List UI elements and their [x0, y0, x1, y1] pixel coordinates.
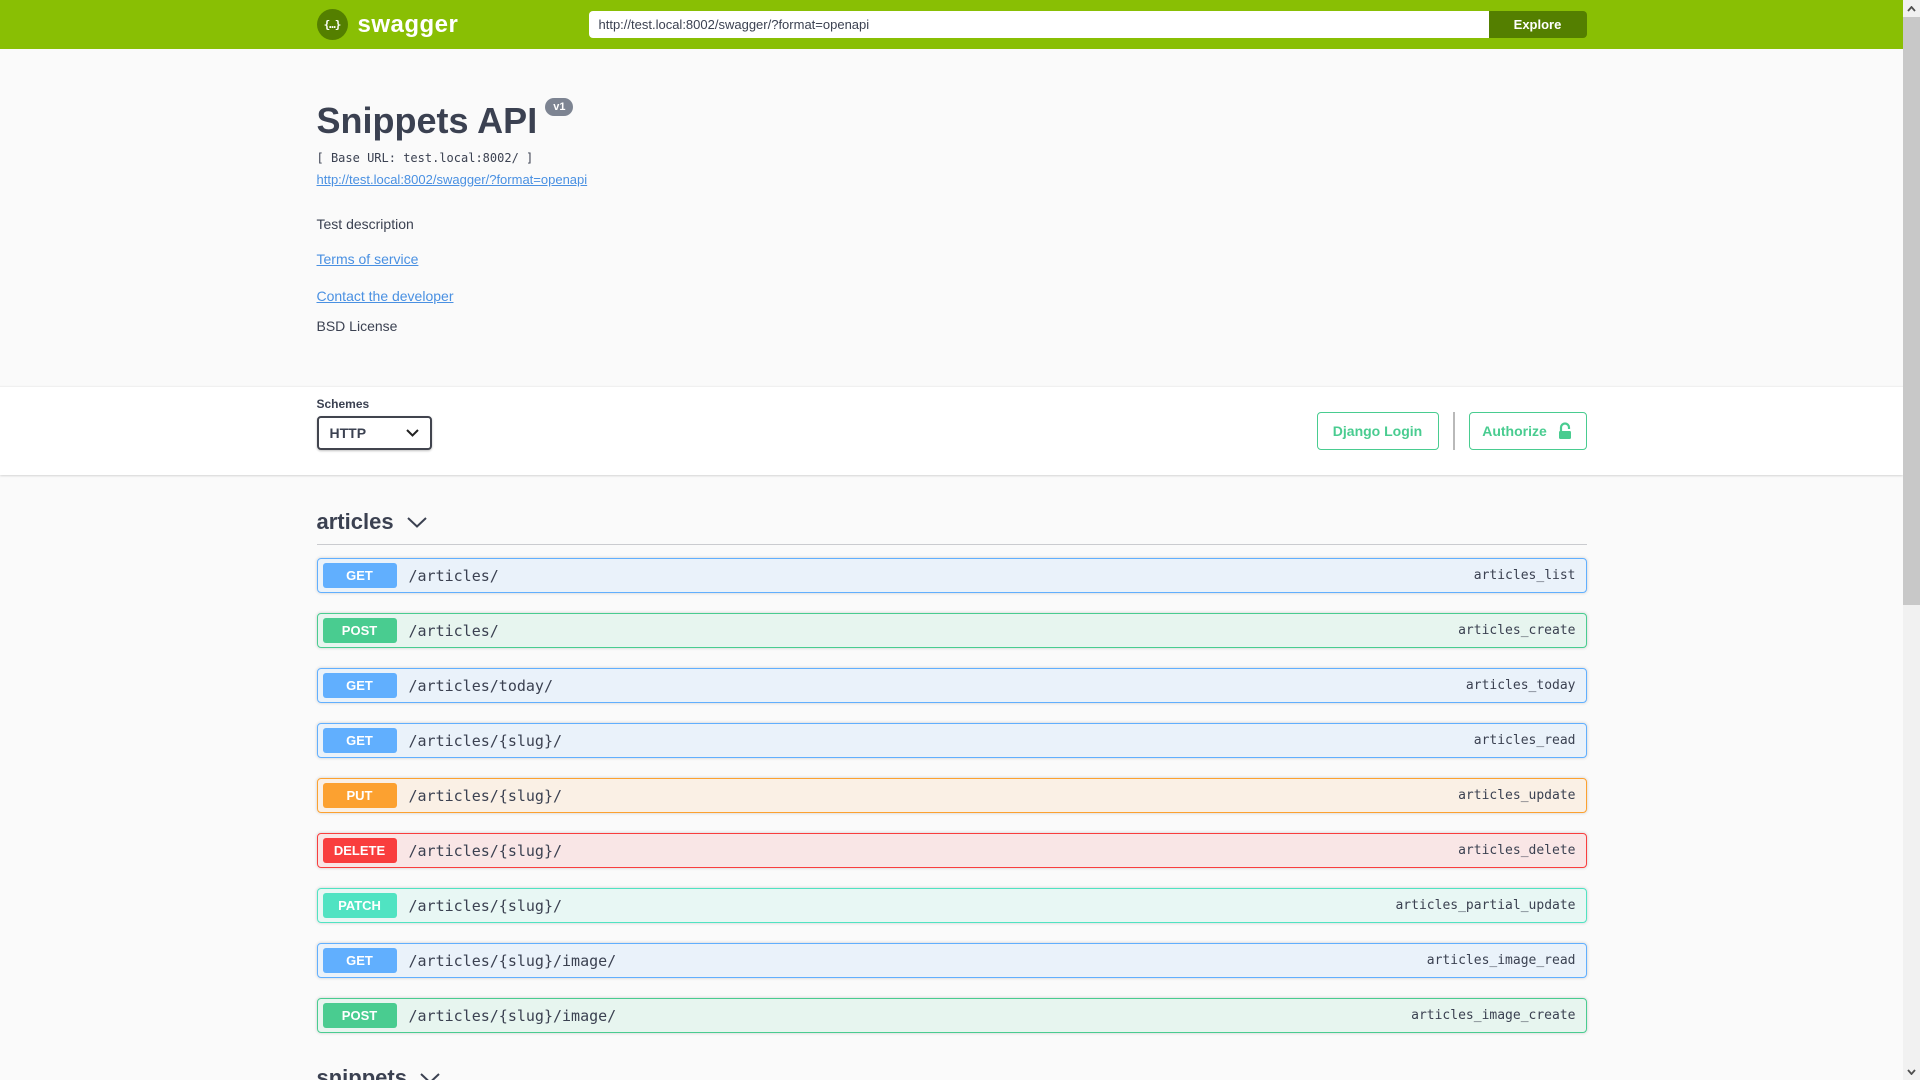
endpoint-path: /articles/today/ [408, 676, 554, 695]
explore-button[interactable]: Explore [1488, 11, 1587, 38]
operation-id: articles_partial_update [1395, 898, 1576, 913]
base-url: [ Base URL: test.local:8002/ ] [316, 151, 534, 165]
authorize-label: Authorize [1482, 423, 1547, 439]
operation-id: articles_list [1473, 568, 1576, 583]
auth-divider [1452, 412, 1455, 450]
endpoint-path: /articles/ [408, 621, 499, 640]
operation-id: articles_delete [1458, 843, 1576, 858]
scroll-up-button[interactable] [1903, 0, 1920, 17]
topbar: {…} swagger Explore [0, 0, 1903, 49]
endpoint-path: /articles/{slug}/ [408, 841, 563, 860]
method-badge: GET [322, 728, 397, 753]
method-badge: POST [322, 1003, 397, 1028]
chevron-down-icon [405, 429, 419, 437]
license-text: BSD License [316, 318, 398, 334]
chevron-down-icon [406, 516, 427, 528]
page: {…} swagger Explore Snippets API v1 [ Bas… [0, 0, 1903, 1080]
terms-of-service-link[interactable]: Terms of service [317, 251, 419, 267]
auth-wrapper: Django Login Authorize [1316, 412, 1587, 450]
authorize-button[interactable]: Authorize [1468, 412, 1587, 450]
info-section: Snippets API v1 [ Base URL: test.local:80… [0, 49, 1903, 386]
contact-developer-link[interactable]: Contact the developer [317, 288, 454, 304]
endpoint-path: /articles/{slug}/ [408, 786, 563, 805]
method-badge: PATCH [322, 893, 397, 918]
method-badge: POST [322, 618, 397, 643]
opblock-articles_image_read[interactable]: GET/articles/{slug}/image/articles_image… [316, 943, 1587, 978]
endpoint-path: /articles/{slug}/ [408, 731, 563, 750]
method-badge: GET [322, 673, 397, 698]
api-section-snippets: snippetsGET/snippets/snippets_list [317, 1065, 1587, 1080]
operation-id: articles_today [1465, 678, 1576, 693]
scheme-selected-value: HTTP [329, 425, 367, 441]
endpoint-path: /articles/{slug}/image/ [408, 951, 617, 970]
operation-id: articles_update [1458, 788, 1576, 803]
api-description: Test description [316, 216, 414, 232]
method-badge: GET [322, 948, 397, 973]
endpoint-path: /articles/{slug}/ [408, 896, 563, 915]
chevron-down-icon [1907, 1068, 1916, 1075]
opblock-articles_read[interactable]: GET/articles/{slug}/ articles_read [316, 723, 1587, 758]
opblock-articles_list[interactable]: GET/articles/articles_list [316, 558, 1587, 593]
operation-id: articles_image_read [1426, 953, 1576, 968]
section-title: snippets [316, 1065, 407, 1080]
opblock-articles_today[interactable]: GET/articles/today/articles_today [316, 668, 1587, 703]
scrollbar[interactable] [1903, 0, 1920, 1080]
opblock-articles_delete[interactable]: DELETE/articles/{slug}/ articles_delete [316, 833, 1587, 868]
schemes-label: Schemes [316, 397, 370, 411]
chevron-up-icon [1907, 5, 1916, 12]
section-title: articles [316, 509, 394, 534]
brand-name: swagger [357, 10, 459, 38]
chevron-down-icon [420, 1072, 440, 1080]
page-title: Snippets API [316, 100, 538, 141]
django-login-button[interactable]: Django Login [1316, 412, 1439, 450]
section-header-articles[interactable]: articles [317, 509, 1587, 535]
swagger-brand: {…} swagger [316, 9, 459, 40]
operation-id: articles_read [1473, 733, 1576, 748]
endpoint-path: /articles/{slug}/image/ [408, 1006, 617, 1025]
version-badge: v1 [545, 98, 574, 116]
opblock-articles_partial_update[interactable]: PATCH/articles/{slug}/ articles_partial_u… [316, 888, 1587, 923]
method-badge: DELETE [322, 838, 397, 863]
opblock-articles_image_create[interactable]: POST/articles/{slug}/image/articles_imag… [316, 998, 1587, 1033]
scrollbar-thumb[interactable] [1903, 17, 1920, 605]
scheme-container: Schemes HTTP Django Login Authorize [0, 386, 1903, 475]
section-divider [316, 544, 1587, 545]
scroll-down-button[interactable] [1903, 1063, 1920, 1080]
endpoint-path: /articles/ [408, 566, 499, 585]
schemes-block: Schemes HTTP [316, 397, 432, 450]
spec-link[interactable]: http://test.local:8002/swagger/?format=o… [317, 172, 588, 187]
title-row: Snippets API v1 [316, 98, 1587, 142]
section-header-snippets[interactable]: snippets [317, 1065, 1587, 1080]
swagger-logo-icon: {…} [316, 9, 348, 40]
operation-id: articles_create [1458, 623, 1576, 638]
method-badge: PUT [322, 783, 397, 808]
operations-area: articles GET/articles/articles_list POST/a… [0, 475, 1903, 1080]
spec-url-input[interactable] [588, 11, 1489, 38]
scheme-select[interactable]: HTTP [316, 416, 432, 450]
opblock-articles_create[interactable]: POST/articles/articles_create [316, 613, 1587, 648]
unlock-icon [1558, 422, 1571, 439]
method-badge: GET [322, 563, 397, 588]
operation-id: articles_image_create [1411, 1008, 1576, 1023]
download-url-form: Explore [588, 11, 1587, 38]
opblock-articles_update[interactable]: PUT/articles/{slug}/ articles_update [316, 778, 1587, 813]
api-section-articles: articles GET/articles/articles_list POST/a… [316, 509, 1587, 1033]
